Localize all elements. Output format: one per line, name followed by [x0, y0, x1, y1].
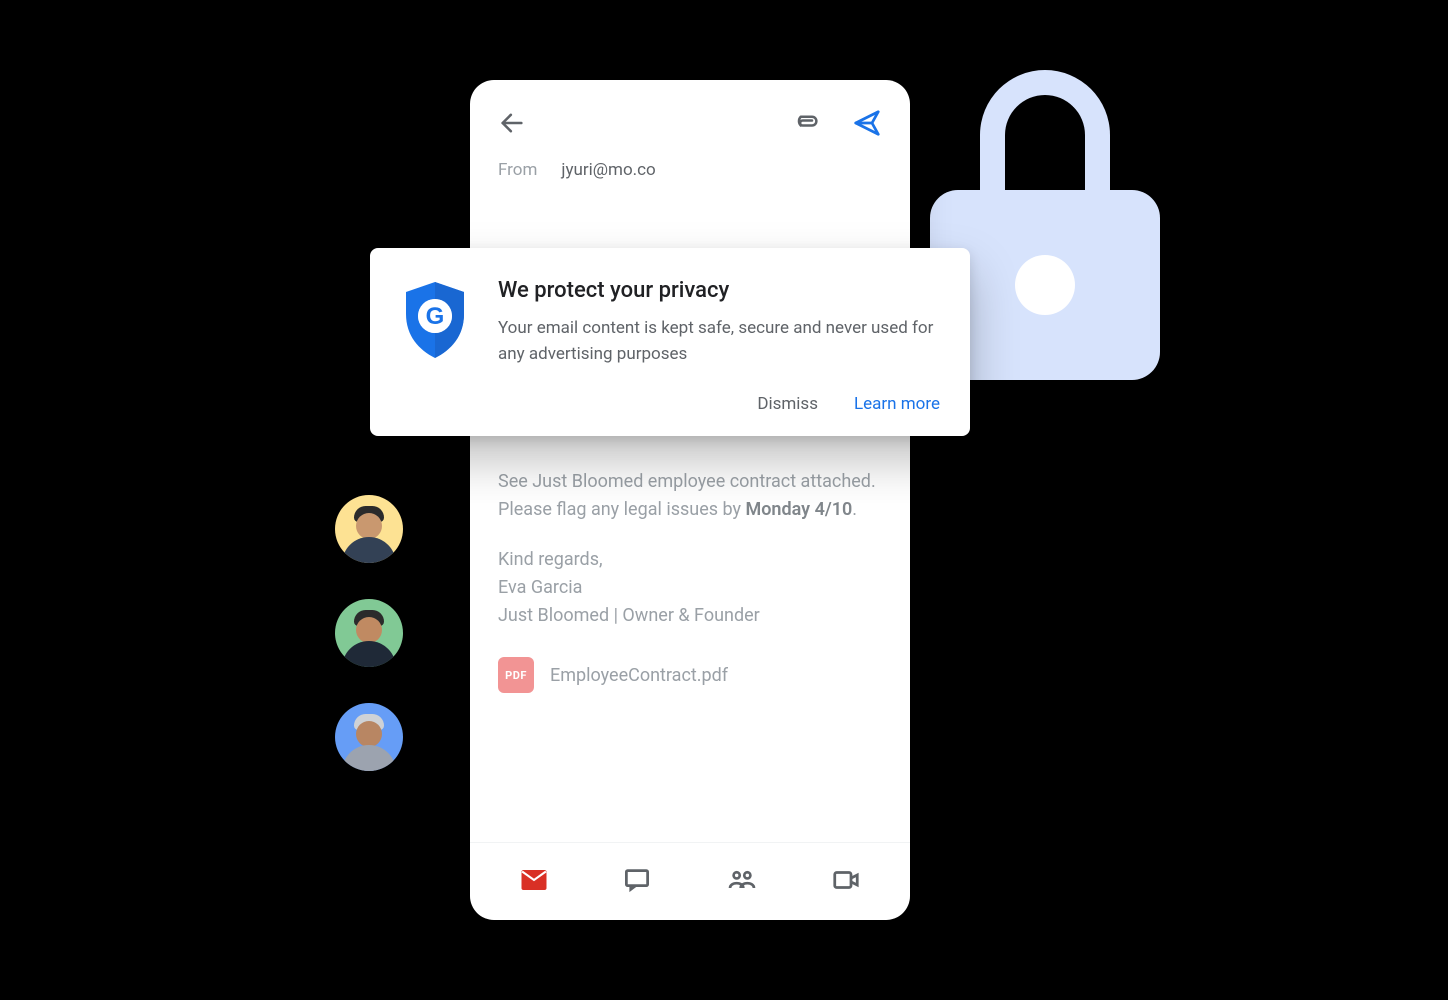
body-deadline: Monday 4/10 — [746, 499, 853, 520]
spaces-tab[interactable] — [726, 864, 758, 900]
privacy-title: We protect your privacy — [498, 278, 940, 303]
from-value: jyuri@mo.co — [561, 160, 655, 180]
pdf-icon: PDF — [498, 657, 534, 693]
body-period: . — [852, 499, 857, 520]
sig-line-2: Eva Garcia — [498, 574, 882, 602]
chat-tab[interactable] — [622, 865, 652, 899]
avatar-person-1 — [335, 495, 403, 563]
attachment-chip[interactable]: PDF EmployeeContract.pdf — [470, 629, 910, 693]
compose-header — [470, 80, 910, 152]
avatars-column — [335, 495, 403, 771]
avatar-person-2 — [335, 599, 403, 667]
from-label: From — [498, 160, 537, 180]
from-row[interactable]: From jyuri@mo.co — [470, 152, 910, 198]
google-shield-icon: G G — [400, 278, 470, 366]
sig-line-3: Just Bloomed | Owner & Founder — [498, 602, 882, 630]
send-icon[interactable] — [852, 108, 882, 138]
privacy-card: G G We protect your privacy Your email c… — [370, 248, 970, 436]
svg-text:G: G — [426, 303, 445, 330]
dismiss-button[interactable]: Dismiss — [757, 394, 818, 414]
illustration-stage: From jyuri@mo.co See Just Bloomed employ… — [0, 0, 1448, 1000]
learn-more-button[interactable]: Learn more — [854, 394, 940, 414]
back-icon[interactable] — [498, 109, 526, 137]
attachment-icon[interactable] — [792, 108, 822, 138]
avatar-person-3 — [335, 703, 403, 771]
lock-keyhole — [1015, 255, 1075, 315]
mail-tab[interactable] — [519, 865, 549, 899]
meet-tab[interactable] — [831, 865, 861, 899]
privacy-actions: Dismiss Learn more — [400, 394, 940, 414]
compose-screen: From jyuri@mo.co See Just Bloomed employ… — [470, 80, 910, 920]
bottom-tabbar — [470, 842, 910, 920]
attachment-name: EmployeeContract.pdf — [550, 665, 728, 686]
email-body: See Just Bloomed employee contract attac… — [470, 468, 910, 629]
privacy-description: Your email content is kept safe, secure … — [498, 315, 940, 368]
sig-line-1: Kind regards, — [498, 546, 882, 574]
